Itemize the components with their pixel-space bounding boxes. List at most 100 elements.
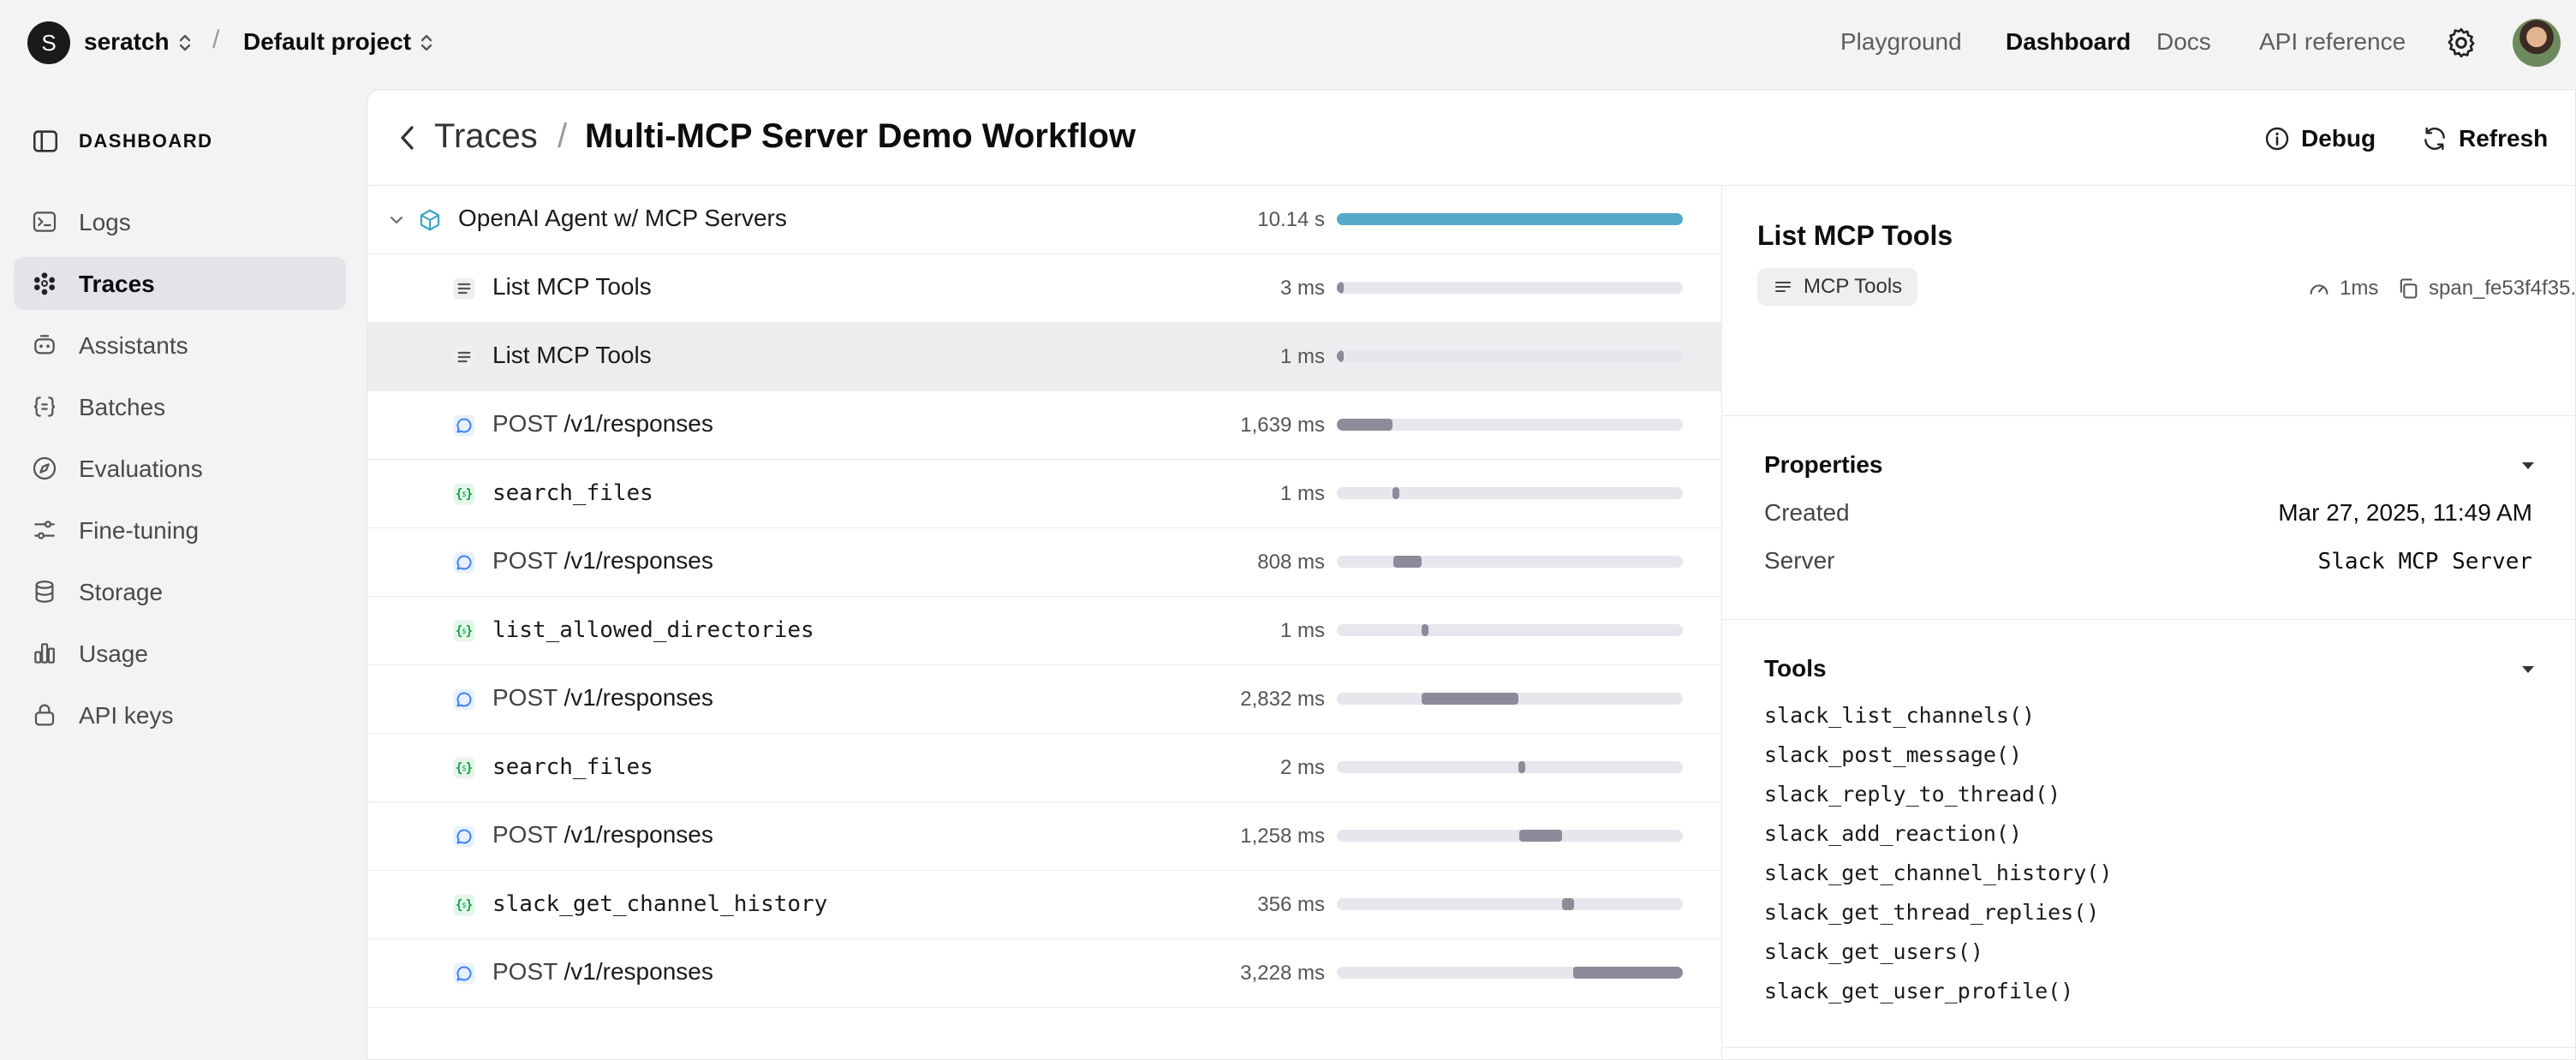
- span-duration: 1ms: [2307, 277, 2378, 301]
- span-duration: 356 ms: [1257, 893, 1325, 916]
- span-duration: 1,258 ms: [1240, 825, 1325, 848]
- traces-icon: [34, 272, 55, 295]
- span-id[interactable]: span_fe53f4f35...: [2396, 277, 2576, 301]
- endpoint-path: /v1/responses: [564, 958, 713, 985]
- span-row[interactable]: POST /v1/responses 1,258 ms: [367, 802, 1722, 871]
- org-avatar[interactable]: S: [27, 21, 70, 64]
- tool-item: slack_post_message(): [1764, 742, 2023, 767]
- span-row[interactable]: POST /v1/responses 808 ms: [367, 528, 1722, 597]
- sidebar-header: DASHBOARD: [31, 125, 356, 156]
- span-row[interactable]: OpenAI Agent w/ MCP Servers 10.14 s: [367, 186, 1722, 254]
- span-row[interactable]: POST /v1/responses 2,832 ms: [367, 665, 1722, 734]
- span-type-label: MCP Tools: [1804, 275, 1903, 298]
- debug-button[interactable]: Debug: [2263, 122, 2376, 155]
- collapse-triangle-icon[interactable]: [2519, 664, 2537, 676]
- span-row[interactable]: $ slack_get_channel_history 356 ms: [367, 871, 1722, 939]
- span-name: search_files: [492, 480, 653, 506]
- chevron-down-icon[interactable]: [386, 210, 407, 230]
- timeline-bar: [1572, 967, 1683, 979]
- span-name: POST /v1/responses: [492, 547, 713, 575]
- org-name[interactable]: seratch: [84, 28, 170, 56]
- timeline-bar: [1337, 419, 1393, 431]
- project-name[interactable]: Default project: [243, 28, 411, 56]
- collapse-triangle-icon[interactable]: [2519, 460, 2537, 472]
- endpoint-path: /v1/responses: [564, 547, 713, 574]
- span-row[interactable]: List MCP Tools 1 ms: [367, 323, 1722, 391]
- sidebar-item-logs[interactable]: Logs: [14, 195, 346, 248]
- span-duration: 2,832 ms: [1240, 688, 1325, 711]
- breadcrumb-traces-link[interactable]: Traces: [434, 117, 538, 156]
- function-braces-icon: $: [451, 892, 477, 918]
- trace-header: Traces / Multi-MCP Server Demo Workflow …: [367, 90, 2575, 186]
- span-row[interactable]: $ list_allowed_directories 1 ms: [367, 597, 1722, 665]
- chat-bubble-icon: [451, 961, 477, 986]
- speedometer-icon: [2310, 284, 2329, 295]
- function-braces-icon: $: [451, 755, 477, 781]
- http-method: POST: [492, 410, 558, 437]
- timeline-track: [1337, 624, 1683, 636]
- refresh-label: Refresh: [2459, 125, 2549, 152]
- tools-section-title[interactable]: Tools: [1764, 655, 1827, 682]
- sidebar-item-label: API keys: [79, 702, 174, 729]
- tool-item: slack_get_channel_history(): [1764, 861, 2113, 885]
- tool-item: slack_list_channels(): [1764, 703, 2036, 728]
- sidebar-item-storage[interactable]: Storage: [14, 565, 346, 618]
- properties-section-title[interactable]: Properties: [1764, 451, 1883, 479]
- page-title: Multi-MCP Server Demo Workflow: [585, 117, 1136, 155]
- sidebar-toggle-icon[interactable]: [31, 127, 60, 156]
- span-duration: 808 ms: [1257, 551, 1325, 574]
- back-chevron-icon[interactable]: [395, 122, 420, 153]
- database-icon: [35, 581, 54, 603]
- span-detail-pane: List MCP Tools MCP Tools 1ms span_fe53f4…: [1723, 186, 2576, 1060]
- span-name: slack_get_channel_history: [492, 891, 828, 917]
- sidebar-item-batches[interactable]: Batches: [14, 380, 346, 433]
- sliders-icon: [34, 521, 55, 539]
- span-id-value: span_fe53f4f35...: [2429, 277, 2576, 300]
- refresh-button[interactable]: Refresh: [2421, 122, 2548, 155]
- span-row[interactable]: POST /v1/responses 1,639 ms: [367, 391, 1722, 460]
- sidebar-item-label: Evaluations: [79, 456, 203, 482]
- timeline-bar: [1392, 487, 1400, 499]
- span-duration: 1 ms: [1279, 619, 1325, 642]
- sidebar-item-assistants[interactable]: Assistants: [14, 319, 346, 372]
- span-row[interactable]: $ search_files 1 ms: [367, 460, 1722, 528]
- sidebar-item-label: Usage: [79, 640, 148, 667]
- span-row[interactable]: POST /v1/responses 3,228 ms: [367, 939, 1722, 1008]
- chevron-up-down-icon[interactable]: [418, 31, 435, 55]
- nav-docs[interactable]: Docs: [2156, 28, 2211, 56]
- sidebar-item-traces[interactable]: Traces: [14, 257, 346, 310]
- svg-text:$: $: [462, 902, 467, 910]
- timeline-bar: [1422, 693, 1519, 705]
- span-row[interactable]: List MCP Tools 3 ms: [367, 254, 1722, 323]
- sidebar-item-api-keys[interactable]: API keys: [14, 688, 346, 741]
- tool-item: slack_reply_to_thread(): [1764, 782, 2061, 807]
- divider: [1723, 415, 2576, 416]
- breadcrumb-separator: /: [212, 26, 220, 54]
- timeline-bar: [1393, 556, 1422, 568]
- divider: [1723, 1047, 2576, 1048]
- sidebar-item-label: Batches: [79, 394, 166, 420]
- span-row[interactable]: $ search_files 2 ms: [367, 734, 1722, 802]
- debug-label: Debug: [2301, 125, 2376, 152]
- list-icon: [1775, 282, 1791, 292]
- nav-playground[interactable]: Playground: [1840, 28, 1962, 56]
- span-duration: 3 ms: [1279, 277, 1325, 300]
- span-name: search_files: [492, 754, 653, 780]
- nav-api-reference[interactable]: API reference: [2259, 28, 2406, 56]
- span-name: POST /v1/responses: [492, 410, 713, 438]
- sidebar-item-usage[interactable]: Usage: [14, 627, 346, 680]
- list-icon: [451, 344, 477, 370]
- gear-icon[interactable]: [2444, 26, 2478, 60]
- sidebar-item-fine-tuning[interactable]: Fine-tuning: [14, 503, 346, 557]
- span-name: POST /v1/responses: [492, 684, 713, 712]
- chevron-up-down-icon[interactable]: [176, 31, 194, 55]
- chat-bubble-icon: [451, 550, 477, 575]
- nav-dashboard[interactable]: Dashboard: [2006, 28, 2131, 56]
- chat-bubble-icon: [451, 824, 477, 849]
- endpoint-path: /v1/responses: [564, 821, 713, 848]
- user-avatar[interactable]: [2513, 19, 2561, 67]
- copy-icon[interactable]: [2396, 277, 2420, 301]
- sidebar-item-evaluations[interactable]: Evaluations: [14, 442, 346, 495]
- svg-text:$: $: [462, 765, 467, 773]
- sidebar-item-label: Fine-tuning: [79, 517, 200, 544]
